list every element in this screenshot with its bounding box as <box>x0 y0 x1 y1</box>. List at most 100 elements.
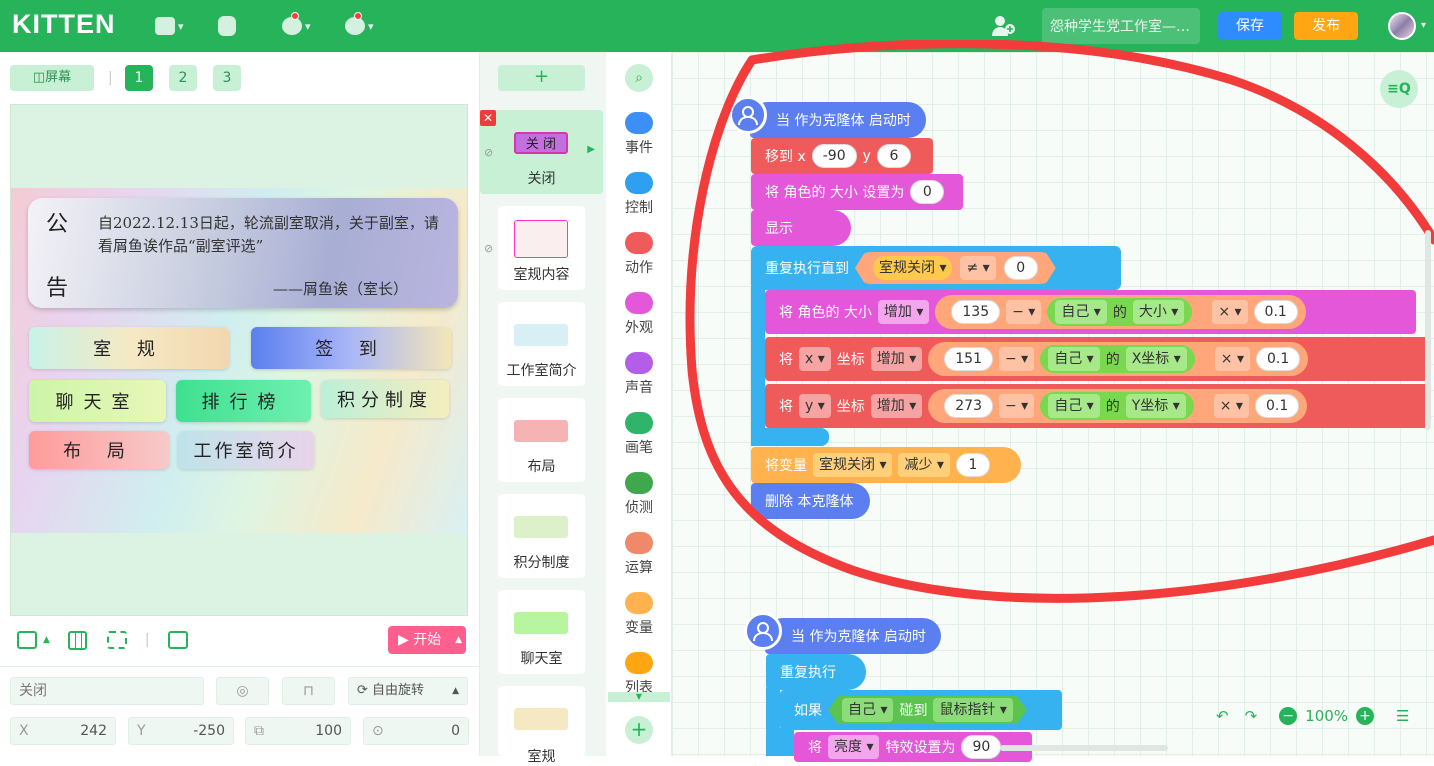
property-dropdown[interactable]: 大小 ▾ <box>1132 300 1185 324</box>
checkin-button[interactable]: 签 到 <box>251 327 451 369</box>
chevron-down-icon[interactable]: ▾ <box>1421 20 1426 31</box>
video-icon[interactable] <box>167 631 188 649</box>
category-4[interactable]: 声音 <box>606 352 672 397</box>
screen-button[interactable]: ◫屏幕 <box>10 65 94 91</box>
redo-icon[interactable]: ↷ <box>1245 707 1258 725</box>
backpack-button[interactable] <box>218 14 236 38</box>
sprite-name-input[interactable]: 关闭 <box>10 677 204 705</box>
category-6[interactable]: 侦测 <box>606 472 672 517</box>
category-9[interactable]: 列表 <box>606 652 672 697</box>
category-8[interactable]: 变量 <box>606 592 672 637</box>
scroll-down-icon[interactable]: ▼ <box>608 692 670 702</box>
change-mode-dropdown[interactable]: 增加 ▾ <box>870 347 923 371</box>
undo-icon[interactable]: ↶ <box>1216 707 1229 725</box>
chevron-up-icon[interactable]: ▲ <box>43 635 50 645</box>
settings-menu[interactable]: ▾ <box>345 12 374 38</box>
operator-dropdown[interactable]: × ▾ <box>1213 394 1249 418</box>
visibility-toggle[interactable]: ◎ <box>216 677 269 705</box>
operator-dropdown[interactable]: × ▾ <box>1214 347 1250 371</box>
object-dropdown[interactable]: 自己 ▾ <box>1055 300 1107 324</box>
stage-canvas[interactable]: 公 告 自2022.12.13日起，轮流副室取消，关于副室，请看屑鱼诶作品“副室… <box>10 104 468 616</box>
lock-toggle[interactable]: ⊓ <box>282 677 335 705</box>
category-1[interactable]: 控制 <box>606 172 672 217</box>
add-collaborator-button[interactable] <box>990 14 1016 38</box>
axis-dropdown[interactable]: y ▾ <box>799 394 831 418</box>
sprite-card[interactable]: 聊天室 <box>498 590 585 674</box>
stage-size-icon[interactable] <box>17 631 37 649</box>
operator-dropdown[interactable]: ≠ ▾ <box>960 256 995 280</box>
target-dropdown[interactable]: 鼠标指针 ▾ <box>933 698 1012 722</box>
save-button[interactable]: 保存 <box>1218 12 1282 40</box>
effect-dropdown[interactable]: 亮度 ▾ <box>828 735 880 759</box>
sprite-card[interactable]: 工作室简介 <box>498 302 585 386</box>
category-3[interactable]: 外观 <box>606 292 672 337</box>
variable-dropdown[interactable]: 室规关闭 ▾ <box>873 256 952 280</box>
sprite-card[interactable]: 室规 <box>498 686 585 765</box>
start-button[interactable]: ▶ 开始 ▲ <box>388 626 466 654</box>
sprite-property-reporter[interactable]: 自己 ▾ 的大小 ▾ <box>1047 298 1193 326</box>
sprite-card[interactable]: 积分制度 <box>498 494 585 578</box>
notice-board[interactable]: 公 告 自2022.12.13日起，轮流副室取消，关于副室，请看屑鱼诶作品“副室… <box>28 198 458 308</box>
forever-block[interactable]: 重复执行 <box>766 654 866 690</box>
move-to-block[interactable]: 移到 x -90 y 6 <box>751 138 933 174</box>
work-name-input[interactable]: 怨种学生党工作室—… <box>1042 8 1200 44</box>
axis-dropdown[interactable]: x ▾ <box>799 347 831 371</box>
object-dropdown[interactable]: 自己 ▾ <box>1048 394 1100 418</box>
grid-icon[interactable] <box>67 630 87 650</box>
change-y-block[interactable]: 将 y ▾ 坐标 增加 ▾ 273 − ▾ 自己 ▾ 的 Y坐标 ▾ × ▾ 0.1 <box>765 384 1431 428</box>
avatar[interactable] <box>1388 12 1416 40</box>
if-block[interactable]: 如果 自己 ▾ 碰到 鼠标指针 ▾ <box>780 690 1062 730</box>
operator-dropdown[interactable]: − ▾ <box>999 347 1035 371</box>
set-effect-block[interactable]: 将 亮度 ▾ 特效设置为 90 <box>794 732 1032 762</box>
layout-button[interactable]: 布 局 <box>29 431 169 469</box>
change-variable-block[interactable]: 将变量 室规关闭 ▾ 减少 ▾ 1 <box>751 447 1021 483</box>
search-icon[interactable]: ⌕ <box>625 64 653 92</box>
number-input[interactable]: 135 <box>951 300 1001 324</box>
vertical-scrollbar[interactable] <box>1425 230 1431 430</box>
show-block[interactable]: 显示 <box>751 210 851 246</box>
y-input[interactable]: 6 <box>876 144 911 168</box>
number-input[interactable]: 151 <box>944 347 993 371</box>
category-2[interactable]: 动作 <box>606 232 672 277</box>
clone-start-hat-block[interactable]: 当 作为克隆体 启动时 <box>765 618 941 654</box>
number-input[interactable]: 273 <box>944 394 993 418</box>
rotation-select[interactable]: ⟳ 自由旋转 ▲ <box>348 677 468 705</box>
leaderboard-button[interactable]: 排行榜 <box>176 380 311 422</box>
folder-menu[interactable]: ▾ <box>155 14 184 38</box>
help-menu[interactable]: ▾ <box>282 12 311 38</box>
sprite-card[interactable]: 布局 <box>498 398 585 482</box>
effect-value-input[interactable]: 90 <box>961 735 1002 759</box>
publish-button[interactable]: 发布 <box>1294 12 1358 40</box>
page-tab-1[interactable]: 1 <box>125 65 153 91</box>
operator-dropdown[interactable]: × ▾ <box>1212 300 1248 324</box>
delete-clone-block[interactable]: 删除 本克隆体 <box>751 483 870 519</box>
clone-start-hat-block[interactable]: 当 作为克隆体 启动时 <box>750 102 926 138</box>
number-input[interactable]: 0.1 <box>1254 394 1300 418</box>
page-tab-2[interactable]: 2 <box>169 65 197 91</box>
category-7[interactable]: 运算 <box>606 532 672 577</box>
variable-dropdown[interactable]: 室规关闭 ▾ <box>813 453 893 477</box>
object-dropdown[interactable]: 自己 ▾ <box>1048 347 1100 371</box>
page-tab-3[interactable]: 3 <box>213 65 241 91</box>
studio-intro-button[interactable]: 工作室简介 <box>178 431 314 469</box>
sprite-property-reporter[interactable]: 自己 ▾ 的 Y坐标 ▾ <box>1040 392 1194 420</box>
change-size-block[interactable]: 将 角色的 大小 增加 ▾ 135 − ▾ 自己 ▾ 的大小 ▾ × ▾ 0.1 <box>765 290 1416 334</box>
close-icon[interactable]: ✕ <box>480 110 496 126</box>
change-mode-dropdown[interactable]: 减少 ▾ <box>898 453 950 477</box>
property-dropdown[interactable]: X坐标 ▾ <box>1125 347 1187 371</box>
direction-field[interactable]: ⊙ 0 <box>363 717 469 745</box>
set-size-block[interactable]: 将 角色的 大小 设置为 0 <box>751 174 963 210</box>
chevron-right-icon[interactable]: ▶ <box>587 144 595 155</box>
category-0[interactable]: 事件 <box>606 112 672 157</box>
object-dropdown[interactable]: 自己 ▾ <box>842 698 893 722</box>
code-search-icon[interactable]: ≡Q <box>1380 70 1418 108</box>
sprite-card-selected[interactable]: ✕ ⊘ 关 闭 ▶ 关闭 <box>480 110 603 194</box>
horizontal-scrollbar[interactable] <box>1000 745 1168 751</box>
x-input[interactable]: -90 <box>811 144 857 168</box>
rules-button[interactable]: 室 规 <box>29 327 229 369</box>
sprite-card[interactable]: ⊘ 室规内容 <box>484 206 585 290</box>
fullscreen-icon[interactable] <box>106 631 127 649</box>
chatroom-button[interactable]: 聊天室 <box>29 380 166 422</box>
change-x-block[interactable]: 将 x ▾ 坐标 增加 ▾ 151 − ▾ 自己 ▾ 的 X坐标 ▾ × ▾ 0.1 <box>765 337 1431 381</box>
x-field[interactable]: X 242 <box>10 717 116 745</box>
